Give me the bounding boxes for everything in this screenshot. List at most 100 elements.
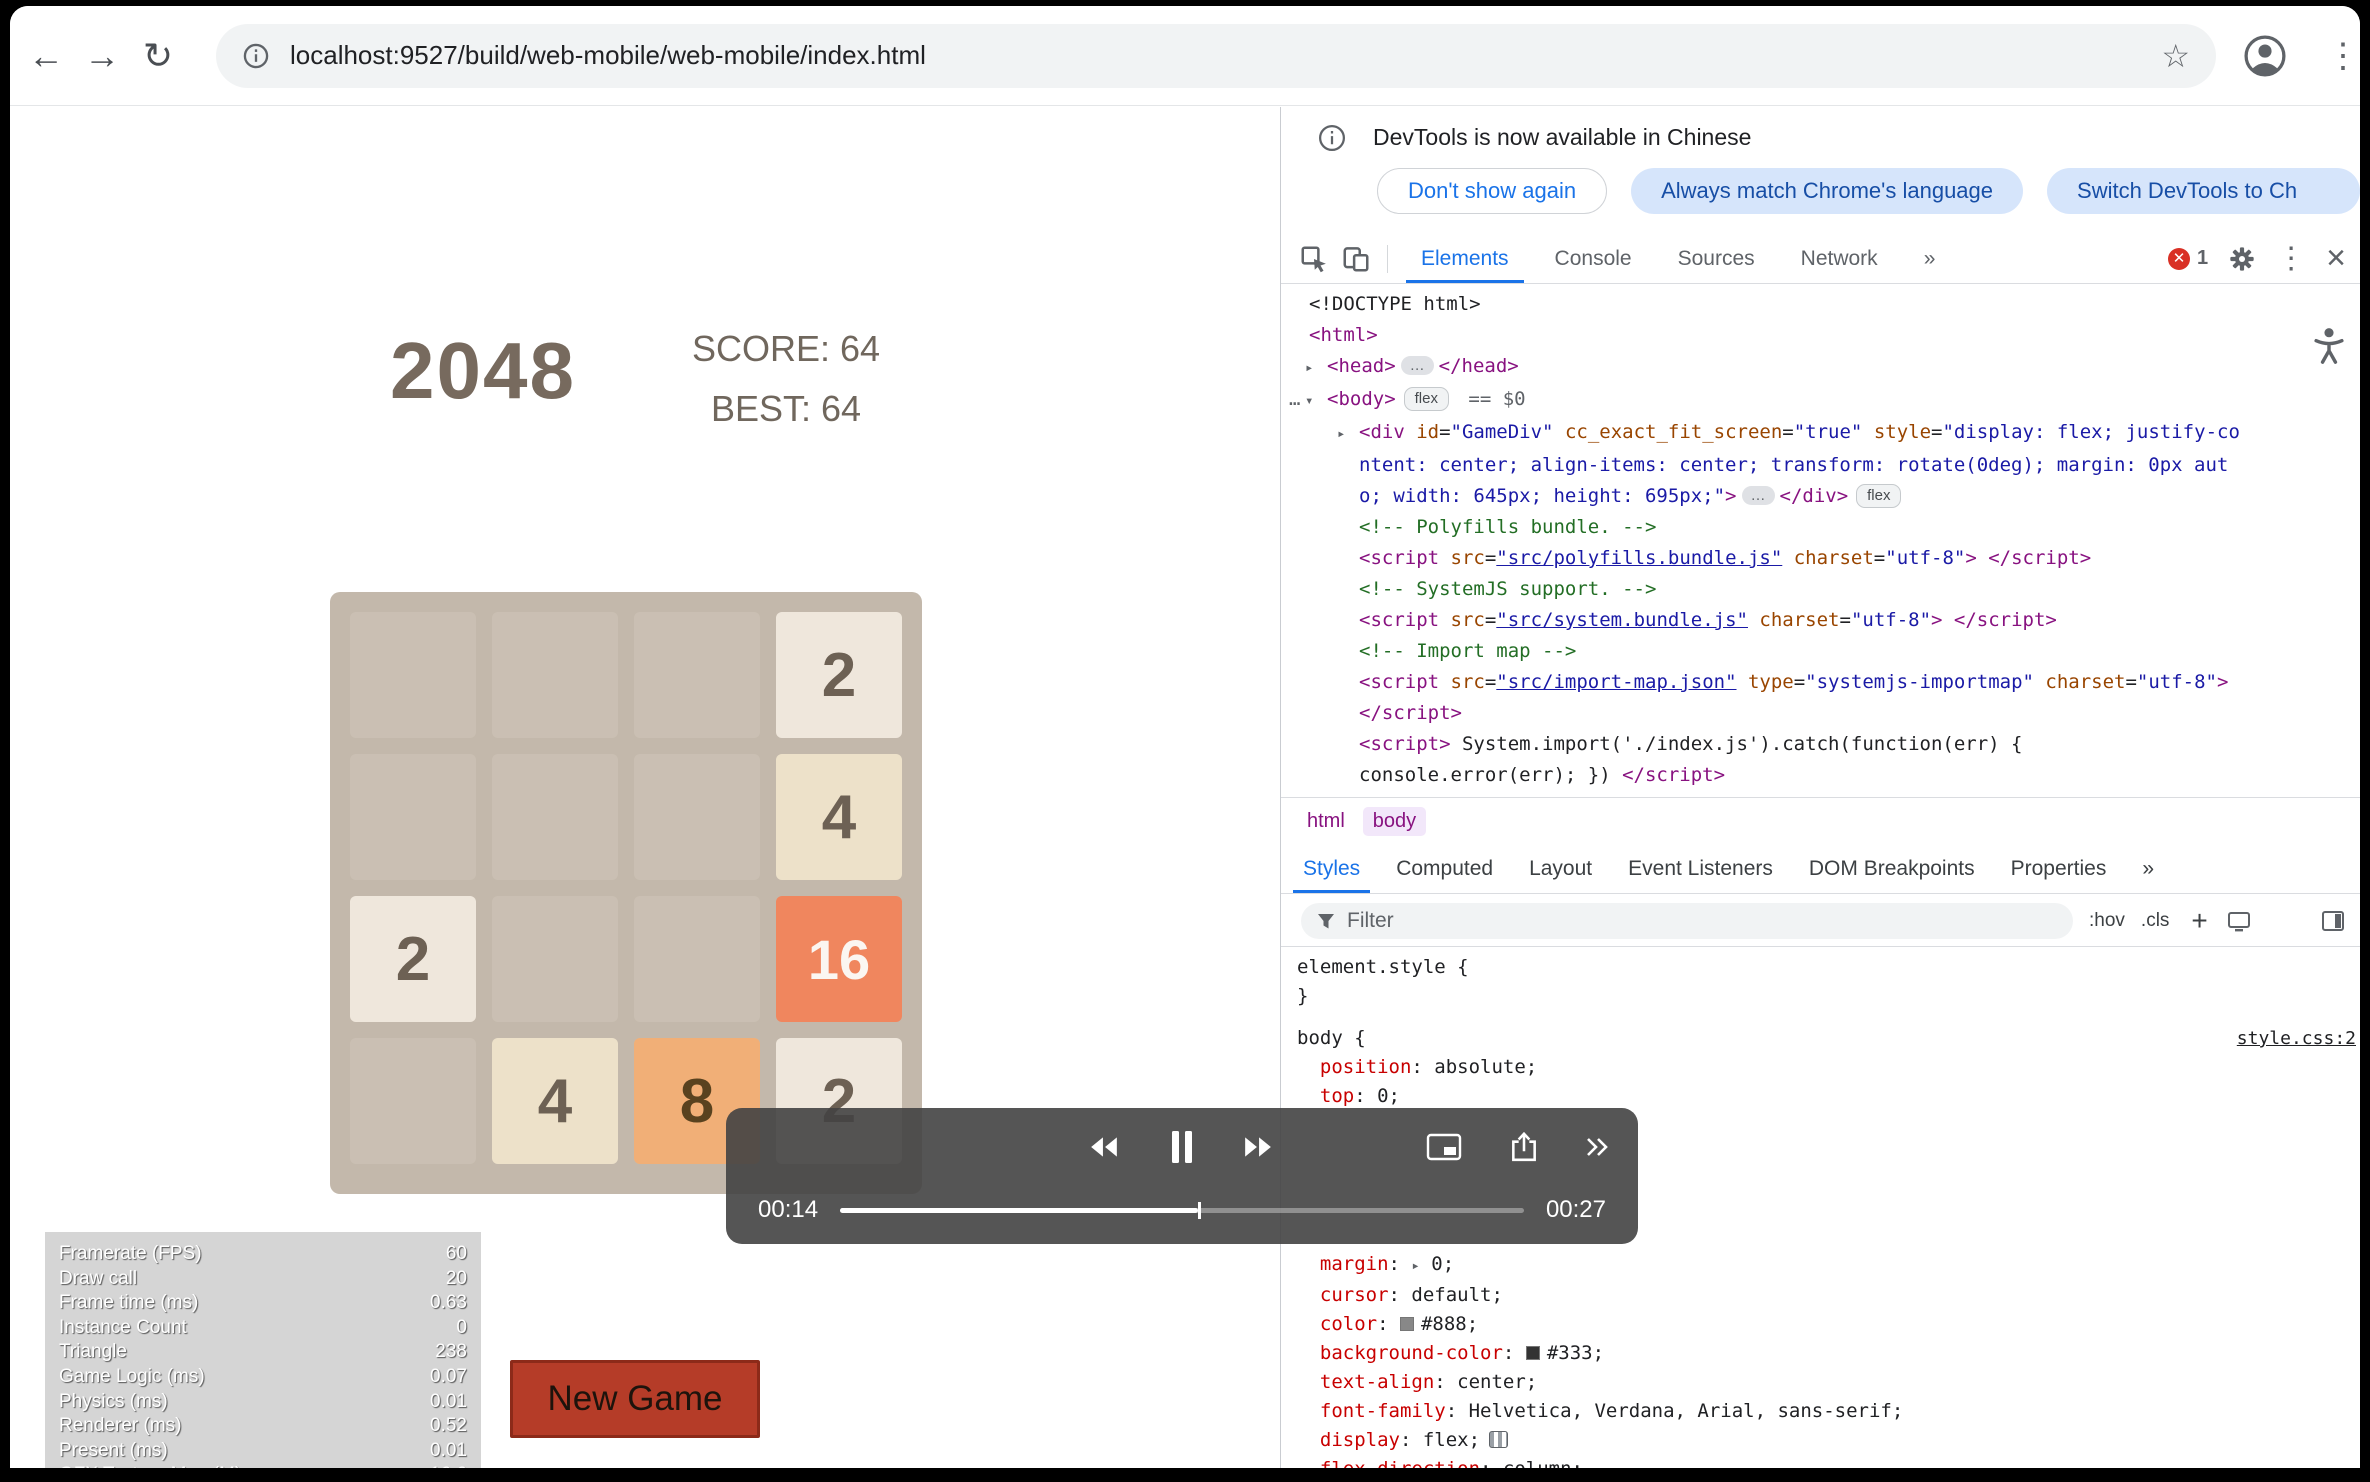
dom-tree-line[interactable]: <script src="src/import-map.json" type="…	[1281, 667, 2360, 698]
dom-tree-line[interactable]: <script src="src/polyfills.bundle.js" ch…	[1281, 543, 2360, 574]
devtools-tabs: Elements Console Sources Network»	[1398, 234, 1958, 283]
dont-show-again-button[interactable]: Don't show again	[1377, 168, 1608, 214]
rewind-button[interactable]	[1082, 1124, 1126, 1170]
sidebar-tab-computed[interactable]: Computed	[1378, 844, 1511, 893]
rendering-emulation-icon[interactable]	[2224, 908, 2254, 934]
sidebar-tab-dom-breakpoints[interactable]: DOM Breakpoints	[1791, 844, 1993, 893]
css-line[interactable]: flex-direction: column;	[1281, 1455, 2360, 1468]
bookmark-star-icon[interactable]: ☆	[2161, 37, 2190, 75]
dom-tree-line[interactable]: <!-- Polyfills bundle. -->	[1281, 512, 2360, 543]
stat-row: Frame time (ms) 0.63	[59, 1292, 467, 1314]
sidebar-tab--[interactable]: »	[2124, 844, 2172, 893]
inspect-element-icon[interactable]	[1293, 241, 1335, 277]
stat-row: GFX Texture Mem(M)16.6	[59, 1463, 467, 1468]
tab-elements[interactable]: Elements	[1398, 234, 1532, 283]
crumb-html[interactable]: html	[1297, 807, 1355, 836]
css-line[interactable]: cursor: default;	[1281, 1281, 2360, 1310]
styles-filter-input[interactable]: Filter	[1301, 902, 2073, 939]
grid-cell	[492, 754, 618, 880]
share-button[interactable]	[1502, 1124, 1546, 1170]
tile-4: 4	[776, 754, 902, 880]
flex-editor-icon	[1489, 1431, 1509, 1448]
grid-cell	[350, 612, 476, 738]
switch-language-button[interactable]: Switch DevTools to Ch	[2047, 168, 2360, 214]
css-line[interactable]: font-family: Helvetica, Verdana, Arial, …	[1281, 1397, 2360, 1426]
dom-tree-line[interactable]: <!DOCTYPE html>	[1281, 289, 2360, 320]
pause-button[interactable]	[1160, 1124, 1204, 1170]
sidebar-tab-properties[interactable]: Properties	[1993, 844, 2125, 893]
css-line[interactable]: display: flex;	[1281, 1426, 2360, 1455]
sidebar-tab-styles[interactable]: Styles	[1285, 844, 1378, 893]
stylesheet-source-link[interactable]: style.css:2	[2237, 1024, 2356, 1053]
dom-tree-line[interactable]: … ▾ <body> flex == $0	[1281, 384, 2360, 417]
css-line[interactable]: text-align: center;	[1281, 1368, 2360, 1397]
css-line[interactable]: background-color: #333;	[1281, 1339, 2360, 1368]
score-value: SCORE: 64	[691, 328, 881, 369]
error-badge[interactable]: ✕ 1	[2168, 247, 2208, 270]
site-info-icon[interactable]	[242, 42, 270, 70]
tile-2: 2	[350, 896, 476, 1022]
stat-row: Instance Count 0	[59, 1316, 467, 1338]
dom-tree-line[interactable]: ▸ <head>… </head>	[1281, 351, 2360, 384]
browser-window: ← → ↻ localhost:9527/build/web-mobile/we…	[10, 6, 2360, 1468]
dom-tree-line[interactable]: ntent: center; align-items: center; tran…	[1281, 450, 2360, 481]
filter-funnel-icon	[1318, 913, 1334, 928]
device-toolbar-icon[interactable]	[1335, 241, 1377, 277]
dock-sidebar-icon[interactable]	[2318, 908, 2348, 934]
styles-filter-row: Filter :hov .cls +	[1281, 895, 2360, 947]
seek-bar[interactable]	[840, 1201, 1524, 1219]
element-classes-button[interactable]: .cls	[2141, 910, 2170, 932]
sidebar-tab-event-listeners[interactable]: Event Listeners	[1610, 844, 1791, 893]
toggle-element-state-button[interactable]: :hov	[2089, 910, 2125, 932]
new-game-button[interactable]: New Game	[510, 1360, 760, 1438]
forward-button[interactable]: →	[74, 35, 130, 77]
devtools-menu-icon[interactable]: ⋮	[2276, 241, 2306, 276]
stat-row: Triangle 238	[59, 1341, 467, 1363]
dom-tree-line[interactable]: <html>	[1281, 320, 2360, 351]
crumb-body[interactable]: body	[1362, 806, 1427, 836]
color-swatch	[1399, 1317, 1414, 1331]
close-devtools-icon[interactable]: ×	[2326, 239, 2346, 278]
pip-button[interactable]	[1422, 1124, 1466, 1170]
profile-avatar-icon[interactable]	[2242, 33, 2288, 79]
settings-gear-icon[interactable]	[2228, 245, 2256, 273]
color-swatch	[1525, 1346, 1540, 1360]
stats-panel: Framerate (FPS) 60 Draw call 20 Frame time (…	[45, 1232, 481, 1468]
styles-sidebar-tabs: Styles Computed Layout Event Listeners DOM B…	[1281, 844, 2360, 894]
css-line[interactable]: top: 0;	[1281, 1082, 2360, 1111]
css-line[interactable]: }	[1281, 982, 2360, 1011]
more-controls-icon[interactable]	[1576, 1124, 1620, 1170]
playhead[interactable]	[1197, 1201, 1201, 1219]
new-style-rule-button[interactable]: +	[2191, 905, 2207, 937]
reload-button[interactable]: ↻	[130, 35, 186, 77]
css-line[interactable]: element.style {	[1281, 953, 2360, 982]
dom-tree-line[interactable]: ▸ <div id="GameDiv" cc_exact_fit_screen="…	[1281, 417, 2360, 450]
game-grid[interactable]: 2 4 2 16 4 8 2	[330, 592, 922, 1194]
grid-cell	[350, 754, 476, 880]
css-line[interactable]: position: absolute;	[1281, 1053, 2360, 1082]
sidebar-tab-layout[interactable]: Layout	[1511, 844, 1610, 893]
dom-tree-line[interactable]: </script>	[1281, 698, 2360, 729]
match-language-button[interactable]: Always match Chrome's language	[1631, 168, 2024, 214]
dom-tree-line[interactable]: <script src="src/system.bundle.js" chars…	[1281, 605, 2360, 636]
tab-network[interactable]: Network	[1778, 234, 1901, 283]
dom-tree-line[interactable]: o; width: 645px; height: 695px;">… </div>…	[1281, 481, 2360, 512]
tab-sources[interactable]: Sources	[1655, 234, 1778, 283]
css-line[interactable]: body {style.css:2	[1281, 1024, 2360, 1053]
accessibility-person-icon[interactable]	[2309, 325, 2349, 365]
toolbar-divider	[1387, 244, 1388, 273]
css-line[interactable]: margin: ▸ 0;	[1281, 1250, 2360, 1281]
banner-message: DevTools is now available in Chinese	[1373, 124, 1752, 150]
address-bar[interactable]: localhost:9527/build/web-mobile/web-mobi…	[216, 23, 2216, 88]
dom-tree-line[interactable]: console.error(err); }) </script>	[1281, 760, 2360, 791]
browser-menu-icon[interactable]: ⋮	[2326, 36, 2360, 76]
fast-forward-button[interactable]	[1236, 1124, 1280, 1170]
dom-tree-line[interactable]: <!-- SystemJS support. -->	[1281, 574, 2360, 605]
tab-console[interactable]: Console	[1532, 234, 1655, 283]
dom-tree-line[interactable]: <!-- Import map -->	[1281, 636, 2360, 667]
tab--[interactable]: »	[1901, 234, 1959, 283]
dom-tree-line[interactable]: <script> System.import('./index.js').cat…	[1281, 729, 2360, 760]
breadcrumb: html body	[1281, 797, 2360, 844]
back-button[interactable]: ←	[18, 35, 74, 77]
css-line[interactable]: color: #888;	[1281, 1310, 2360, 1339]
